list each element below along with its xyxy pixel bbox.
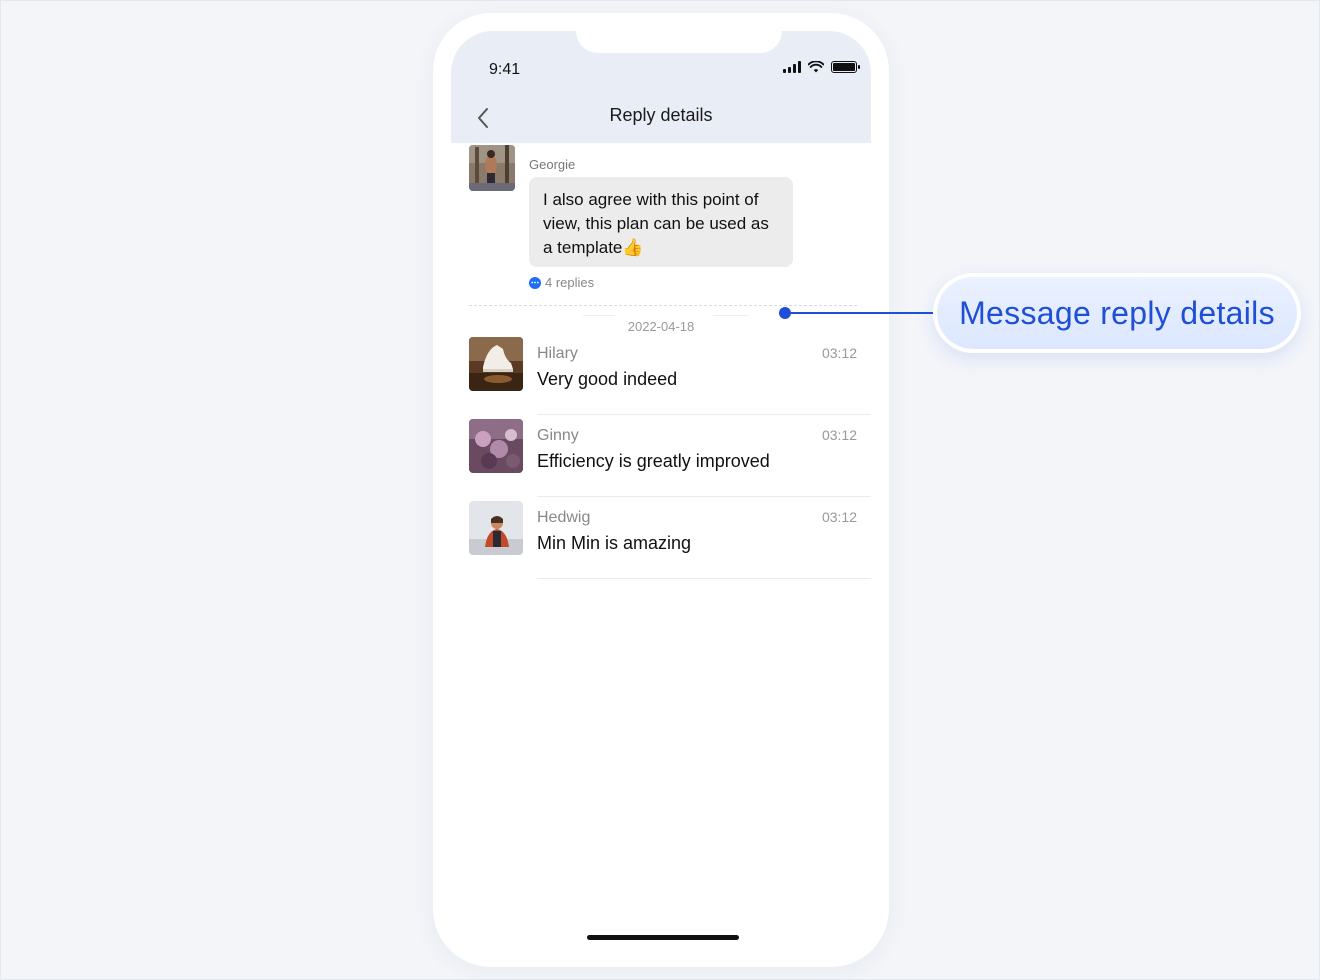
- phone-notch: [576, 31, 782, 53]
- reply-text: Efficiency is greatly improved: [537, 451, 770, 471]
- replies-count-label: 4 replies: [545, 275, 595, 290]
- callout-badge: Message reply details: [933, 273, 1301, 353]
- date-rule-left: [583, 315, 615, 316]
- battery-icon: [831, 61, 860, 73]
- date-separator: 2022-04-18: [627, 319, 695, 334]
- reply-time: 03:12: [821, 345, 857, 361]
- message-bubble[interactable]: I also agree with this point of view, th…: [529, 177, 793, 267]
- avatar[interactable]: [469, 419, 523, 473]
- top-bar: 9:41 Reply details: [451, 31, 871, 143]
- reply-time: 03:12: [821, 509, 857, 525]
- reply-author: Hedwig: [537, 509, 591, 526]
- status-time: 9:41: [489, 61, 521, 78]
- avatar[interactable]: [469, 501, 523, 555]
- date-rule-right: [713, 315, 749, 316]
- wifi-icon: [808, 61, 824, 73]
- avatar[interactable]: [469, 337, 523, 391]
- reply-author: Hilary: [537, 345, 578, 362]
- reply-text: Min Min is amazing: [537, 533, 692, 553]
- status-icons: [783, 61, 860, 73]
- page-title: Reply details: [609, 105, 713, 125]
- row-divider: [537, 578, 871, 579]
- replies-count-link[interactable]: 4 replies: [529, 275, 594, 290]
- chat-bubble-icon: [529, 276, 541, 289]
- page-canvas: 9:41 Reply details Georgie I also agree …: [0, 0, 1320, 980]
- home-indicator[interactable]: [587, 935, 739, 940]
- original-author: Georgie: [529, 157, 576, 172]
- reply-text: Very good indeed: [537, 369, 678, 389]
- reply-author: Ginny: [537, 427, 579, 444]
- callout-connector: [789, 312, 934, 314]
- phone-frame: 9:41 Reply details Georgie I also agree …: [433, 13, 889, 967]
- avatar[interactable]: [469, 145, 515, 191]
- divider: [469, 305, 857, 306]
- callout-label: Message reply details: [937, 277, 1297, 349]
- reply-time: 03:12: [821, 427, 857, 443]
- reply-item[interactable]: Hedwig Min Min is amazing 03:12: [469, 497, 871, 579]
- reply-item[interactable]: Ginny Efficiency is greatly improved 03:…: [469, 415, 871, 497]
- reply-item[interactable]: Hilary Very good indeed 03:12: [469, 333, 871, 415]
- cellular-signal-icon: [783, 61, 801, 73]
